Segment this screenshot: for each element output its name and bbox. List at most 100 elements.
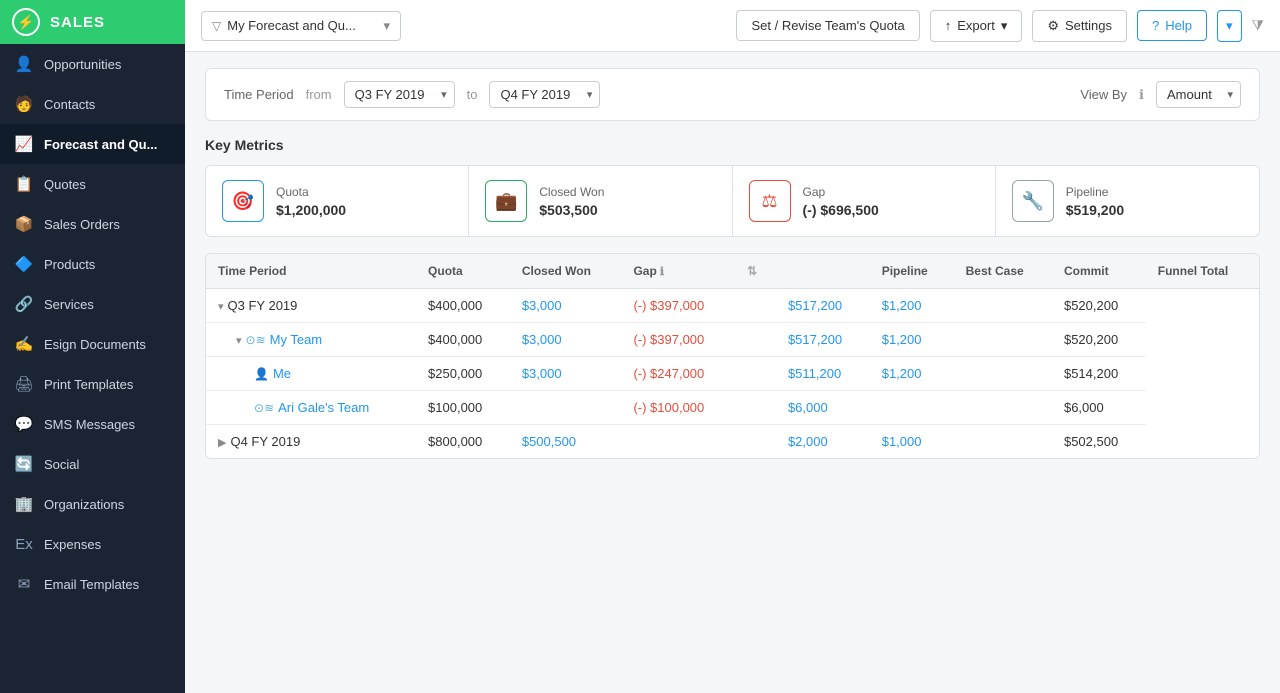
sidebar-item-esign[interactable]: ✍ Esign Documents <box>0 324 185 364</box>
sidebar-app-name: SALES <box>50 14 105 31</box>
sidebar-item-social[interactable]: 🔄 Social <box>0 444 185 484</box>
cell-closed-won: $3,000 <box>510 289 622 323</box>
pipeline-metric-value: $519,200 <box>1066 202 1124 218</box>
cell-best-case: $1,000 <box>870 425 954 459</box>
sidebar-item-label: Sales Orders <box>44 217 120 232</box>
pipeline-metric-name: Pipeline <box>1066 185 1124 199</box>
export-chevron-icon: ▾ <box>1001 18 1008 34</box>
forecast-icon: 📈 <box>14 134 34 154</box>
team-icon: ⊙≋ <box>246 333 266 347</box>
cell-empty <box>735 425 776 459</box>
sidebar-item-label: Forecast and Qu... <box>44 137 157 152</box>
sidebar-nav: 👤 Opportunities 🧑 Contacts 📈 Forecast an… <box>0 44 185 604</box>
cell-quota: $800,000 <box>416 425 510 459</box>
table-row-ari-gales-team: ⊙≋Ari Gale's Team$100,000(-) $100,000$6,… <box>206 391 1259 425</box>
cell-funnel-total: $514,200 <box>1052 357 1146 391</box>
sidebar-item-organizations[interactable]: 🏢 Organizations <box>0 484 185 524</box>
team-link[interactable]: My Team <box>270 332 323 347</box>
sidebar-item-sms[interactable]: 💬 SMS Messages <box>0 404 185 444</box>
quota-metric-icon: 🎯 <box>222 180 264 222</box>
sidebar-item-services[interactable]: 🔗 Services <box>0 284 185 324</box>
settings-button[interactable]: ⚙ Settings <box>1032 10 1127 42</box>
metrics-grid: 🎯 Quota $1,200,000 💼 Closed Won $503,500… <box>205 165 1260 237</box>
sidebar-item-label: Social <box>44 457 79 472</box>
cell-gap <box>621 425 735 459</box>
cell-funnel-total: $520,200 <box>1052 323 1146 357</box>
sidebar-item-label: Print Templates <box>44 377 133 392</box>
cell-pipeline: $517,200 <box>776 289 870 323</box>
cell-pipeline: $2,000 <box>776 425 870 459</box>
from-period-wrapper: Q3 FY 2019 Q4 FY 2019 <box>344 81 455 108</box>
th-gap: Gap ℹ <box>621 254 735 289</box>
th-quota: Quota <box>416 254 510 289</box>
cell-time-period: 👤Me <box>206 357 416 391</box>
sidebar: ⚡ SALES 👤 Opportunities 🧑 Contacts 📈 For… <box>0 0 185 693</box>
key-metrics-title: Key Metrics <box>205 137 1260 153</box>
cell-closed-won: $3,000 <box>510 357 622 391</box>
from-period-select[interactable]: Q3 FY 2019 Q4 FY 2019 <box>344 81 455 108</box>
cell-closed-won: $500,500 <box>510 425 622 459</box>
cell-time-period: ▾Q3 FY 2019 <box>206 289 416 323</box>
sidebar-item-email-templates[interactable]: ✉ Email Templates <box>0 564 185 604</box>
metric-card-quota: 🎯 Quota $1,200,000 <box>206 166 469 236</box>
cell-quota: $400,000 <box>416 323 510 357</box>
cell-closed-won <box>510 391 622 425</box>
to-period-wrapper: Q4 FY 2019 Q3 FY 2019 <box>489 81 600 108</box>
help-dropdown-arrow[interactable]: ▾ <box>1217 10 1242 42</box>
view-selector[interactable]: ▽ My Forecast and Qu... ▾ <box>201 11 401 41</box>
topbar: ▽ My Forecast and Qu... ▾ Set / Revise T… <box>185 0 1280 52</box>
th-commit: Commit <box>1052 254 1146 289</box>
from-label: from <box>306 87 332 102</box>
info-icon[interactable]: ℹ <box>1139 87 1144 103</box>
team-link[interactable]: Ari Gale's Team <box>278 400 369 415</box>
sidebar-item-forecast[interactable]: 📈 Forecast and Qu... <box>0 124 185 164</box>
sidebar-item-label: Quotes <box>44 177 86 192</box>
cell-pipeline: $6,000 <box>776 391 870 425</box>
sidebar-item-expenses[interactable]: Ex Expenses <box>0 524 185 564</box>
sidebar-item-sales-orders[interactable]: 📦 Sales Orders <box>0 204 185 244</box>
cell-best-case: $1,200 <box>870 323 954 357</box>
sidebar-item-quotes[interactable]: 📋 Quotes <box>0 164 185 204</box>
th-sort-icon[interactable]: ⇅ <box>735 254 776 289</box>
cell-quota: $400,000 <box>416 289 510 323</box>
cell-funnel-total: $502,500 <box>1052 425 1146 459</box>
table-row-me: 👤Me$250,000$3,000(-) $247,000$511,200$1,… <box>206 357 1259 391</box>
expand-icon[interactable]: ▾ <box>236 335 242 347</box>
quotes-icon: 📋 <box>14 174 34 194</box>
cell-commit <box>954 289 1052 323</box>
export-button[interactable]: ↑ Export ▾ <box>930 10 1023 42</box>
cell-funnel-total: $6,000 <box>1052 391 1146 425</box>
expand-icon[interactable]: ▾ <box>218 301 224 313</box>
cell-best-case: $1,200 <box>870 289 954 323</box>
user-link[interactable]: Me <box>273 366 291 381</box>
set-revise-quota-button[interactable]: Set / Revise Team's Quota <box>736 10 919 41</box>
sidebar-item-contacts[interactable]: 🧑 Contacts <box>0 84 185 124</box>
to-period-select[interactable]: Q4 FY 2019 Q3 FY 2019 <box>489 81 600 108</box>
gear-icon: ⚙ <box>1047 18 1059 34</box>
products-icon: 🔷 <box>14 254 34 274</box>
cell-best-case: $1,200 <box>870 357 954 391</box>
esign-icon: ✍ <box>14 334 34 354</box>
cell-closed-won: $3,000 <box>510 323 622 357</box>
sales-icon: ⚡ <box>12 8 40 36</box>
services-icon: 🔗 <box>14 294 34 314</box>
cell-commit <box>954 323 1052 357</box>
help-button[interactable]: ? Help <box>1137 10 1207 41</box>
cell-funnel-total: $520,200 <box>1052 289 1146 323</box>
contacts-icon: 🧑 <box>14 94 34 114</box>
to-label: to <box>467 87 478 102</box>
view-by-select[interactable]: Amount Count <box>1156 81 1241 108</box>
sms-icon: 💬 <box>14 414 34 434</box>
gap-info-icon[interactable]: ℹ <box>657 266 664 278</box>
sidebar-item-label: Services <box>44 297 94 312</box>
sidebar-item-label: Expenses <box>44 537 101 552</box>
sidebar-item-print-templates[interactable]: 🖨 Print Templates <box>0 364 185 404</box>
team-icon: ⊙≋ <box>254 401 274 415</box>
th-col5 <box>776 254 870 289</box>
filter-corner-icon[interactable]: ⧩ <box>1252 17 1265 34</box>
sidebar-header[interactable]: ⚡ SALES <box>0 0 185 44</box>
expand-icon[interactable]: ▶ <box>218 437 226 449</box>
sidebar-item-opportunities[interactable]: 👤 Opportunities <box>0 44 185 84</box>
sidebar-item-products[interactable]: 🔷 Products <box>0 244 185 284</box>
metric-card-closed-won: 💼 Closed Won $503,500 <box>469 166 732 236</box>
